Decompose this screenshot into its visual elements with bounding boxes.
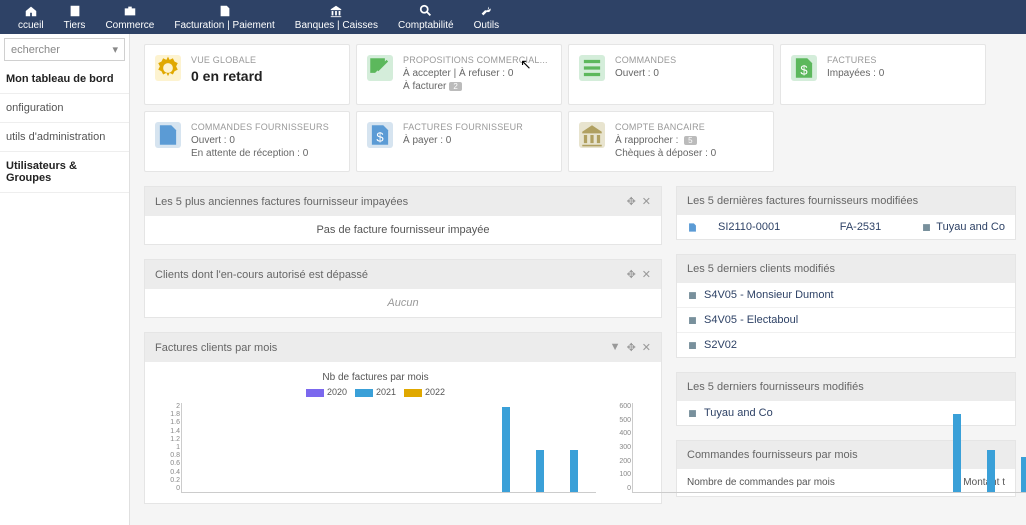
close-icon[interactable]: ✕ — [642, 268, 651, 281]
list-icon — [579, 55, 605, 81]
panel-invoices-month: Factures clients par mois ▼ ✥ ✕ Nb de fa… — [144, 332, 662, 504]
nav-tiers[interactable]: Tiers — [54, 0, 96, 34]
nav-comptabilit[interactable]: Comptabilité — [388, 0, 464, 34]
pencil-square-icon — [367, 55, 393, 81]
close-icon[interactable]: ✕ — [642, 195, 651, 208]
top-navigation: ccueilTiersCommerceFacturation | Paiemen… — [0, 0, 1026, 34]
panel-title: Clients dont l'en-cours autorisé est dép… — [155, 269, 368, 281]
dashboard-card[interactable]: COMMANDESOuvert : 0 — [568, 44, 774, 105]
panel-title: Les 5 derniers fournisseurs modifiés — [687, 381, 864, 393]
search-input[interactable]: echercher ▾ — [4, 38, 125, 61]
dashboard-cards: VUE GLOBALE0 en retardPROPOSITIONS COMME… — [144, 44, 1016, 172]
panel-oldest-unpaid: Les 5 plus anciennes factures fournisseu… — [144, 186, 662, 245]
dollar-file-icon: $ — [791, 55, 817, 81]
panel-title: Les 5 derniers clients modifiés — [687, 263, 835, 275]
sidebar: echercher ▾ Mon tableau de bordonfigurat… — [0, 34, 130, 525]
list-item[interactable]: S4V05 - Electaboul — [677, 307, 1015, 332]
move-icon[interactable]: ✥ — [627, 268, 636, 281]
panel-last-clients: Les 5 derniers clients modifiés S4V05 - … — [676, 254, 1016, 358]
panel-body: Pas de facture fournisseur impayée — [145, 216, 661, 244]
sidebar-item[interactable]: onfiguration — [0, 94, 129, 123]
dashboard-card[interactable]: VUE GLOBALE0 en retard — [144, 44, 350, 105]
list-item[interactable]: S2V02 — [677, 332, 1015, 357]
sidebar-item[interactable]: utils d'administration — [0, 123, 129, 152]
dashboard-card[interactable]: $FACTURESImpayées : 0 — [780, 44, 986, 105]
filter-icon[interactable]: ▼ — [610, 341, 621, 354]
list-item[interactable]: S4V05 - Monsieur Dumont — [677, 283, 1015, 307]
nav-facturationpaiement[interactable]: Facturation | Paiement — [164, 0, 284, 34]
panel-title: Les 5 plus anciennes factures fournisseu… — [155, 196, 408, 208]
nav-outils[interactable]: Outils — [464, 0, 510, 34]
close-icon[interactable]: ✕ — [642, 341, 651, 354]
search-placeholder: echercher — [11, 44, 60, 56]
supplier-inv-rows: SI2110-0001FA-2531Tuyau and Co — [677, 215, 1015, 239]
svg-text:$: $ — [376, 130, 384, 145]
dashboard-card[interactable]: COMPTE BANCAIREÀ rapprocher : 5Chèques à… — [568, 111, 774, 172]
panel-body: Aucun — [145, 289, 661, 317]
dollar-file-icon: $ — [367, 122, 393, 148]
sidebar-item[interactable]: Mon tableau de bord — [0, 65, 129, 94]
move-icon[interactable]: ✥ — [627, 341, 636, 354]
dashboard-card[interactable]: COMMANDES FOURNISSEURSOuvert : 0En atten… — [144, 111, 350, 172]
panel-clients-over: Clients dont l'en-cours autorisé est dép… — [144, 259, 662, 318]
bank-icon — [579, 122, 605, 148]
chevron-down-icon: ▾ — [112, 43, 118, 56]
svg-text:$: $ — [800, 63, 808, 78]
nav-ccueil[interactable]: ccueil — [8, 0, 54, 34]
dashboard-card[interactable]: PROPOSITIONS COMMERCIAL...À accepter | À… — [356, 44, 562, 105]
list-item[interactable]: SI2110-0001FA-2531Tuyau and Co — [677, 215, 1015, 239]
panel-title: Les 5 dernières factures fournisseurs mo… — [687, 195, 918, 207]
panel-title: Factures clients par mois — [155, 342, 277, 354]
last-clients-rows: S4V05 - Monsieur DumontS4V05 - Electabou… — [677, 283, 1015, 357]
dashboard-card[interactable]: $FACTURES FOURNISSEURÀ payer : 0 — [356, 111, 562, 172]
gear-icon — [155, 55, 181, 81]
main-content: VUE GLOBALE0 en retardPROPOSITIONS COMME… — [130, 34, 1026, 525]
chart: Nb de factures par mois20202021202221.81… — [155, 372, 596, 493]
nav-commerce[interactable]: Commerce — [95, 0, 164, 34]
charts-container: Nb de factures par mois20202021202221.81… — [145, 362, 661, 503]
move-icon[interactable]: ✥ — [627, 195, 636, 208]
sidebar-items: Mon tableau de bordonfigurationutils d'a… — [0, 65, 129, 193]
sidebar-item[interactable]: Utilisateurs & Groupes — [0, 152, 129, 193]
nav-banquescaisses[interactable]: Banques | Caisses — [285, 0, 388, 34]
panel-last-supplier-invoices: Les 5 dernières factures fournisseurs mo… — [676, 186, 1016, 240]
file-icon — [155, 122, 181, 148]
